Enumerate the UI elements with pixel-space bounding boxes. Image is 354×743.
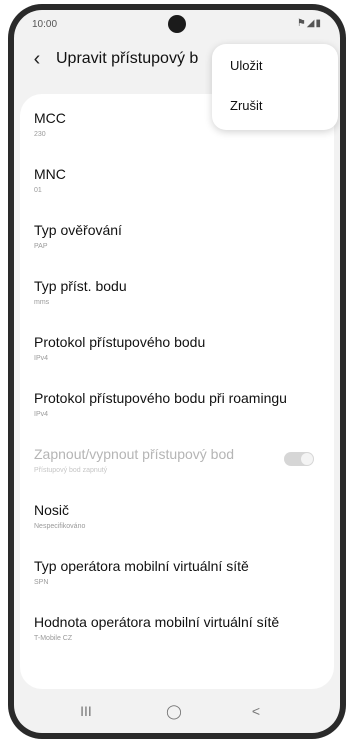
menu-item-cancel[interactable]: Zrušit bbox=[230, 98, 263, 113]
setting-value: mms bbox=[34, 299, 50, 306]
apn-enable-toggle[interactable] bbox=[284, 452, 314, 466]
setting-bearer[interactable]: Nosič Nespecifikováno bbox=[34, 496, 320, 552]
setting-value: SPN bbox=[34, 579, 49, 586]
setting-title: Protokol přístupového bodu při roamingu bbox=[34, 390, 287, 406]
front-camera bbox=[168, 15, 186, 33]
recents-icon[interactable]: III bbox=[66, 701, 106, 721]
status-bar: 10:00 ⚑◢▮ bbox=[14, 10, 340, 38]
setting-title: MNC bbox=[34, 166, 66, 182]
navigation-bar: III ◯ < bbox=[14, 689, 340, 733]
setting-mnc[interactable]: MNC 01 bbox=[34, 160, 320, 216]
setting-title: Typ příst. bodu bbox=[34, 278, 127, 294]
setting-value: IPv4 bbox=[34, 355, 49, 362]
back-icon[interactable]: < bbox=[236, 701, 276, 721]
setting-title: Protokol přístupového bodu bbox=[34, 334, 206, 350]
setting-value: T-Mobile CZ bbox=[34, 635, 73, 642]
back-arrow-icon[interactable]: ‹ bbox=[26, 48, 48, 70]
setting-value: IPv4 bbox=[34, 411, 49, 418]
screen: 10:00 ⚑◢▮ ‹ Upravit přístupový b Uložit … bbox=[14, 10, 340, 733]
page-title: Upravit přístupový b bbox=[56, 50, 199, 67]
phone-frame: 10:00 ⚑◢▮ ‹ Upravit přístupový b Uložit … bbox=[8, 4, 346, 739]
setting-title: Hodnota operátora mobilní virtuální sítě bbox=[34, 614, 280, 630]
setting-title: Typ operátora mobilní virtuální sítě bbox=[34, 558, 249, 574]
setting-value: 01 bbox=[34, 187, 42, 194]
setting-mvno-value[interactable]: Hodnota operátora mobilní virtuální sítě… bbox=[34, 608, 320, 664]
setting-title: MCC bbox=[34, 110, 66, 126]
menu-item-save[interactable]: Uložit bbox=[230, 58, 263, 73]
setting-apn-roaming-protocol[interactable]: Protokol přístupového bodu při roamingu … bbox=[34, 384, 320, 440]
settings-list: MCC 230 MNC 01 Typ ověřování PAP Typ pří… bbox=[20, 94, 334, 689]
setting-auth-type[interactable]: Typ ověřování PAP bbox=[34, 216, 320, 272]
setting-value: PAP bbox=[34, 243, 48, 250]
setting-value: 230 bbox=[34, 131, 46, 138]
status-time: 10:00 bbox=[32, 19, 58, 30]
toggle-knob bbox=[301, 453, 313, 465]
setting-title: Typ ověřování bbox=[34, 222, 122, 238]
setting-apn-enable[interactable]: Zapnout/vypnout přístupový bod Přístupov… bbox=[34, 440, 320, 496]
setting-mvno-type[interactable]: Typ operátora mobilní virtuální sítě SPN bbox=[34, 552, 320, 608]
setting-title: Zapnout/vypnout přístupový bod bbox=[34, 446, 235, 462]
setting-apn-type[interactable]: Typ příst. bodu mms bbox=[34, 272, 320, 328]
overflow-menu: Uložit Zrušit bbox=[212, 44, 338, 130]
setting-title: Nosič bbox=[34, 502, 70, 518]
home-icon[interactable]: ◯ bbox=[154, 701, 194, 721]
status-icons: ⚑◢▮ bbox=[296, 18, 322, 29]
setting-value: Přístupový bod zapnutý bbox=[34, 467, 108, 474]
setting-value: Nespecifikováno bbox=[34, 523, 86, 530]
setting-apn-protocol[interactable]: Protokol přístupového bodu IPv4 bbox=[34, 328, 320, 384]
